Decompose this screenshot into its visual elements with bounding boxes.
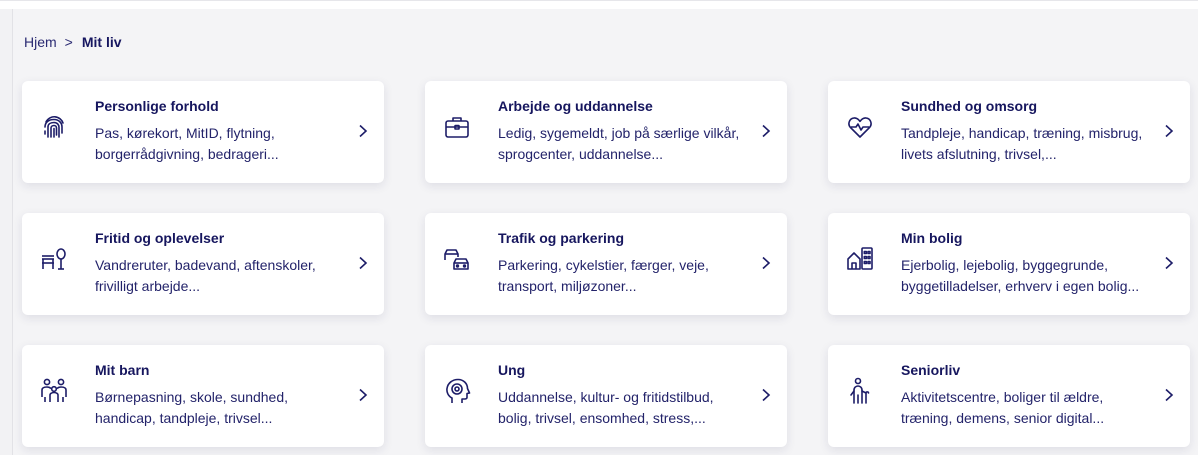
chevron-right-icon	[358, 388, 368, 402]
heart-pulse-icon	[846, 113, 874, 141]
cars-icon	[443, 245, 471, 273]
card-title: Mit barn	[95, 362, 150, 378]
chevron-right-icon	[1164, 256, 1174, 270]
card-fritid-og-oplevelser[interactable]: Fritid og oplevelser Vandreruter, badeva…	[22, 213, 384, 315]
card-trafik-og-parkering[interactable]: Trafik og parkering Parkering, cykelstie…	[425, 213, 787, 315]
card-description: Aktivitetscentre, boliger til ældre, træ…	[901, 389, 1105, 426]
card-description: Vandreruter, badevand, aftenskoler, friv…	[95, 257, 316, 294]
chevron-right-icon	[1164, 124, 1174, 138]
card-description: Ledig, sygemeldt, job på særlige vilkår,…	[498, 125, 740, 162]
fingerprint-icon	[40, 113, 68, 141]
card-seniorliv[interactable]: Seniorliv Aktivitetscentre, boliger til …	[828, 345, 1190, 447]
card-title: Seniorliv	[901, 362, 961, 378]
senior-cane-icon	[846, 377, 874, 405]
card-description: Uddannelse, kultur- og fritidstilbud, bo…	[498, 389, 714, 426]
card-title: Fritid og oplevelser	[95, 230, 225, 246]
breadcrumb: Hjem > Mit liv	[24, 34, 122, 50]
card-description: Pas, kørekort, MitID, flytning, borgerrå…	[95, 125, 279, 162]
breadcrumb-home-link[interactable]: Hjem	[24, 34, 57, 50]
card-description: Børnepasning, skole, sundhed, handicap, …	[95, 389, 289, 426]
card-title: Personlige forhold	[95, 98, 219, 114]
card-title: Ung	[498, 362, 526, 378]
card-sundhed-og-omsorg[interactable]: Sundhed og omsorg Tandpleje, handicap, t…	[828, 81, 1190, 183]
card-personlige-forhold[interactable]: Personlige forhold Pas, kørekort, MitID,…	[22, 81, 384, 183]
card-title: Arbejde og uddannelse	[498, 98, 653, 114]
chevron-right-icon	[358, 256, 368, 270]
card-title: Trafik og parkering	[498, 230, 625, 246]
head-mind-icon	[443, 377, 471, 405]
card-description: Parkering, cykelstier, færger, veje, tra…	[498, 257, 709, 294]
card-mit-barn[interactable]: Mit barn Børnepasning, skole, sundhed, h…	[22, 345, 384, 447]
card-min-bolig[interactable]: Min bolig Ejerbolig, lejebolig, byggegru…	[828, 213, 1190, 315]
family-icon	[40, 377, 68, 405]
chevron-right-icon	[761, 256, 771, 270]
house-building-icon	[846, 245, 874, 273]
chevron-right-icon	[1164, 388, 1174, 402]
chevron-right-icon	[761, 388, 771, 402]
chevron-right-icon	[358, 124, 368, 138]
bench-tree-icon	[40, 245, 68, 273]
card-description: Ejerbolig, lejebolig, byggegrunde, bygge…	[901, 257, 1140, 294]
breadcrumb-current: Mit liv	[81, 34, 122, 50]
card-title: Sundhed og omsorg	[901, 98, 1038, 114]
chevron-right-icon	[761, 124, 771, 138]
briefcase-icon	[443, 113, 471, 141]
breadcrumb-separator: >	[64, 34, 73, 50]
card-ung[interactable]: Ung Uddannelse, kultur- og fritidstilbud…	[425, 345, 787, 447]
page: Hjem > Mit liv Personlige forhold Pas, k…	[0, 0, 1198, 455]
card-arbejde-og-uddannelse[interactable]: Arbejde og uddannelse Ledig, sygemeldt, …	[425, 81, 787, 183]
card-title: Min bolig	[901, 230, 963, 246]
top-strip	[0, 1, 1198, 9]
card-description: Tandpleje, handicap, træning, misbrug, l…	[901, 125, 1143, 162]
